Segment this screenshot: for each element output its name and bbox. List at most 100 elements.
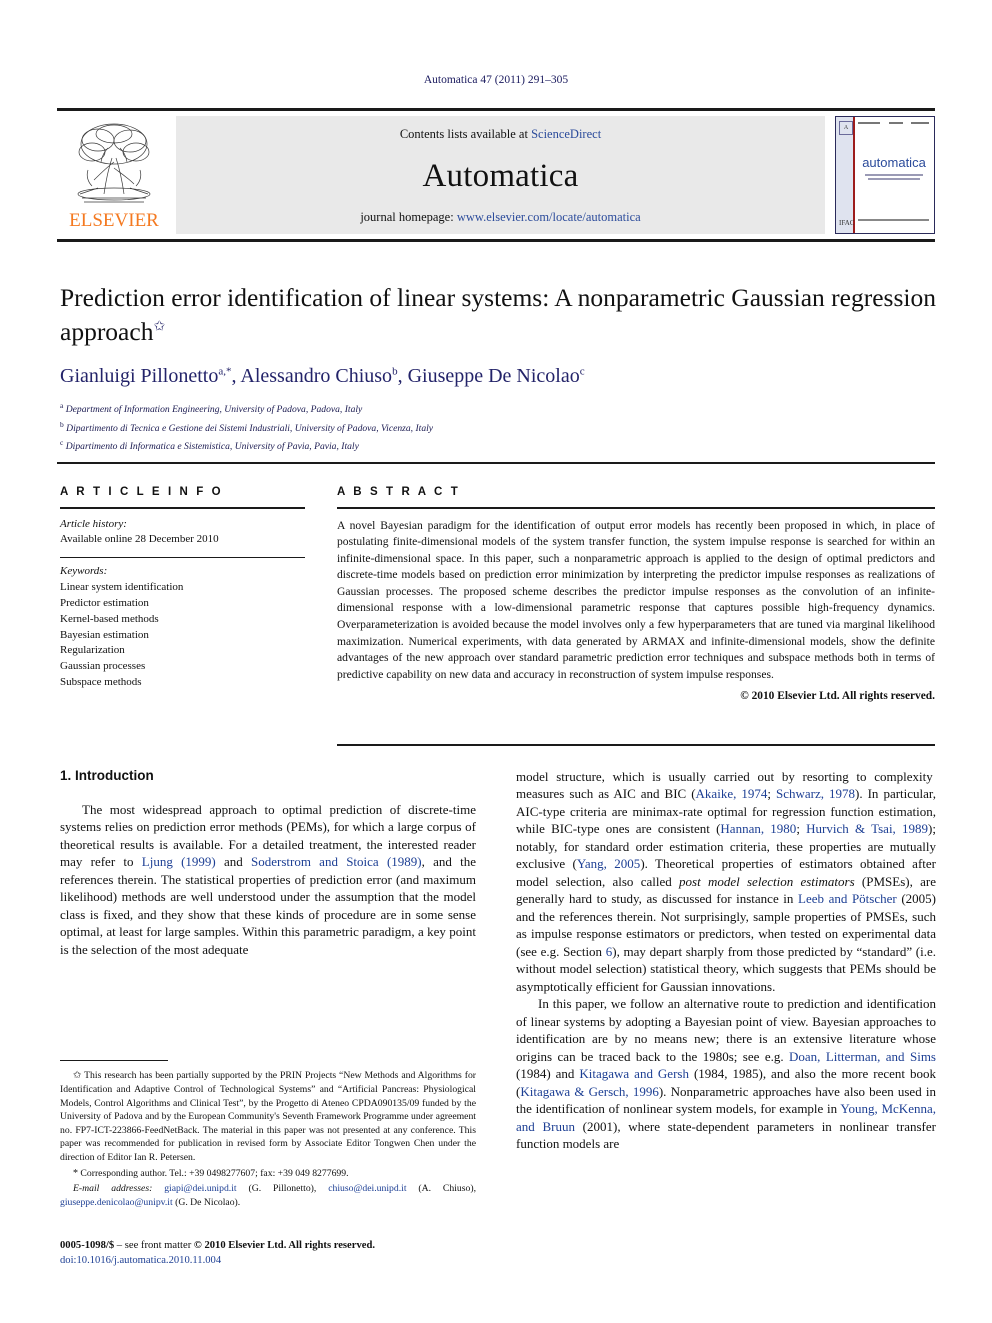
affiliation-text: Dipartimento di Tecnica e Gestione dei S…: [66, 422, 434, 434]
footnote-marker: ✩: [73, 1070, 82, 1082]
email-link[interactable]: giapi@dei.unipd.it: [164, 1183, 236, 1194]
cover-subtitle-marks: [860, 172, 928, 182]
running-head: Automatica 47 (2011) 291–305: [423, 74, 569, 86]
footnote-block: ✩ This research has been partially suppo…: [60, 1060, 476, 1212]
abstract-bottom-divider: [337, 744, 935, 746]
keyword-item: Gaussian processes: [60, 660, 146, 673]
citation-link[interactable]: Hannan, 1980: [720, 821, 796, 836]
article-page: Automatica 47 (2011) 291–305 ELSEVIER Co…: [0, 0, 992, 1323]
affiliation-text: Dipartimento di Informatica e Sistemisti…: [65, 441, 359, 453]
issn-copyright: © 2010 Elsevier Ltd. All rights reserved…: [193, 1240, 376, 1251]
paragraph-intro-2: In this paper, we follow an alternative …: [516, 996, 936, 1152]
author-name[interactable]: Alessandro Chiuso: [240, 365, 392, 387]
cross-reference-link[interactable]: 6: [606, 944, 613, 959]
cover-ifac-logo-icon: A: [839, 121, 853, 135]
cover-publisher-badge: IFAC: [839, 218, 855, 227]
cover-red-rule: [853, 117, 855, 233]
keyword-item: Bayesian estimation: [60, 628, 149, 641]
doi-link[interactable]: doi:10.1016/j.automatica.2010.11.004: [60, 1253, 480, 1268]
abstract-copyright: © 2010 Elsevier Ltd. All rights reserved…: [740, 690, 935, 703]
affiliation-item: c Dipartimento di Informatica e Sistemis…: [60, 437, 936, 456]
citation-link[interactable]: Doan, Litterman, and Sims: [789, 1049, 936, 1064]
keywords-label: Keywords:: [60, 565, 108, 578]
paper-title-text: Prediction error identification of linea…: [60, 283, 936, 346]
author-affil-marker: c: [579, 365, 585, 378]
citation-link[interactable]: Young, McKenna, and Bruun: [516, 1101, 936, 1133]
sciencedirect-link[interactable]: ScienceDirect: [531, 127, 601, 141]
title-divider: [57, 462, 935, 464]
article-info-rule: [60, 507, 305, 509]
emphasis-text: post model selection estimators: [679, 873, 855, 889]
cover-bottom-rule: [858, 219, 929, 221]
header-rule-top: [57, 108, 935, 111]
title-footnote-marker: ✩: [153, 319, 166, 335]
imprint-block: 0005-1098/$ – see front matter © 2010 El…: [60, 1238, 480, 1268]
citation-link[interactable]: Ljung (1999): [142, 854, 216, 869]
section-heading-introduction: 1. Introduction: [60, 768, 154, 783]
footnote-funding: ✩ This research has been partially suppo…: [60, 1069, 476, 1164]
keywords-rule: [60, 556, 305, 559]
citation-link[interactable]: Schwarz, 1978: [776, 786, 855, 801]
keyword-item: Predictor estimation: [60, 596, 149, 609]
journal-title: Automatica: [422, 157, 579, 194]
footnote-corresponding-text: Corresponding author. Tel.: +39 04982776…: [80, 1167, 349, 1179]
elsevier-wordmark: ELSEVIER: [69, 210, 159, 231]
article-info-column: A R T I C L E I N F O Article history: A…: [60, 486, 305, 691]
affiliation-item: b Dipartimento di Tecnica e Gestione dei…: [60, 419, 936, 438]
citation-link[interactable]: Kitagawa and Gersh: [579, 1066, 689, 1081]
article-history-label: Article history:: [60, 517, 127, 530]
abstract-text: A novel Bayesian paradigm for the identi…: [337, 518, 935, 681]
keyword-item: Linear system identification: [60, 581, 184, 594]
homepage-line: journal homepage: www.elsevier.com/locat…: [360, 210, 640, 225]
email-link[interactable]: chiuso@dei.unipd.it: [328, 1183, 406, 1194]
footnote-corresponding-author: * Corresponding author. Tel.: +39 049827…: [60, 1167, 476, 1181]
keywords-block: Keywords: Linear system identification P…: [60, 564, 305, 691]
abstract-column: A B S T R A C T A novel Bayesian paradig…: [337, 486, 935, 702]
keyword-item: Subspace methods: [60, 676, 142, 688]
body-column-left: 1. Introduction The most widespread appr…: [60, 768, 476, 958]
article-history: Article history: Available online 28 Dec…: [60, 517, 305, 548]
affiliation-item: a Department of Information Engineering,…: [60, 400, 936, 419]
footnote-divider: [60, 1060, 168, 1062]
title-block: Prediction error identification of linea…: [60, 281, 936, 456]
footnote-marker: *: [73, 1167, 78, 1179]
email-label: E-mail addresses:: [73, 1183, 153, 1195]
issn-code: 0005-1098/$: [60, 1240, 115, 1251]
abstract-heading: A B S T R A C T: [337, 486, 461, 498]
journal-header-band: ELSEVIER Contents lists available at Sci…: [57, 108, 935, 242]
citation-link[interactable]: Hurvich & Tsai, 1989: [806, 821, 928, 836]
issn-line: 0005-1098/$ – see front matter © 2010 El…: [60, 1238, 480, 1253]
footnote-emails: E-mail addresses: giapi@dei.unipd.it (G.…: [60, 1183, 477, 1208]
email-owner: (G. De Nicolao): [175, 1196, 238, 1208]
homepage-link[interactable]: www.elsevier.com/locate/automatica: [457, 210, 641, 224]
issn-rest: – see front matter: [114, 1240, 194, 1251]
body-column-right: model structure, which is usually carrie…: [516, 768, 936, 1153]
email-link[interactable]: giuseppe.denicolao@unipv.it: [60, 1197, 173, 1208]
journal-cover-thumbnail: A automatica IFAC: [835, 116, 935, 234]
article-history-value: Available online 28 December 2010: [60, 533, 219, 546]
author-name[interactable]: Giuseppe De Nicolao: [408, 365, 580, 387]
keyword-item: Kernel-based methods: [60, 612, 159, 625]
citation-link[interactable]: Yang, 2005: [577, 856, 641, 871]
footnote-funding-text: This research has been partially support…: [60, 1070, 477, 1163]
paragraph-intro-1-cont: model structure, which is usually carrie…: [516, 769, 936, 994]
elsevier-logo: ELSEVIER: [57, 116, 171, 234]
author-list: Gianluigi Pillonettoa,*, Alessandro Chiu…: [60, 364, 585, 387]
citation-link[interactable]: Kitagawa & Gersch, 1996: [520, 1084, 659, 1099]
author-name[interactable]: Gianluigi Pillonetto: [60, 365, 218, 387]
affiliation-marker: a: [60, 400, 64, 410]
abstract-rule: [337, 507, 935, 509]
citation-link[interactable]: Leeb and Pötscher: [798, 891, 897, 906]
page-title: Prediction error identification of linea…: [60, 281, 936, 349]
paragraph-intro-1: The most widespread approach to optimal …: [60, 802, 476, 957]
affiliation-text: Department of Information Engineering, U…: [65, 404, 363, 415]
contents-prefix: Contents lists available at: [399, 127, 532, 141]
citation-link[interactable]: Akaike, 1974: [696, 786, 768, 801]
citation-link[interactable]: Soderstrom and Stoica (1989): [251, 854, 422, 869]
email-owner: (A. Chiuso): [418, 1183, 474, 1195]
author-affil-marker: b: [392, 365, 398, 378]
contents-line: Contents lists available at ScienceDirec…: [400, 127, 601, 142]
affiliation-list: a Department of Information Engineering,…: [60, 400, 936, 456]
affiliation-marker: b: [60, 419, 64, 429]
homepage-prefix: journal homepage:: [360, 210, 457, 224]
